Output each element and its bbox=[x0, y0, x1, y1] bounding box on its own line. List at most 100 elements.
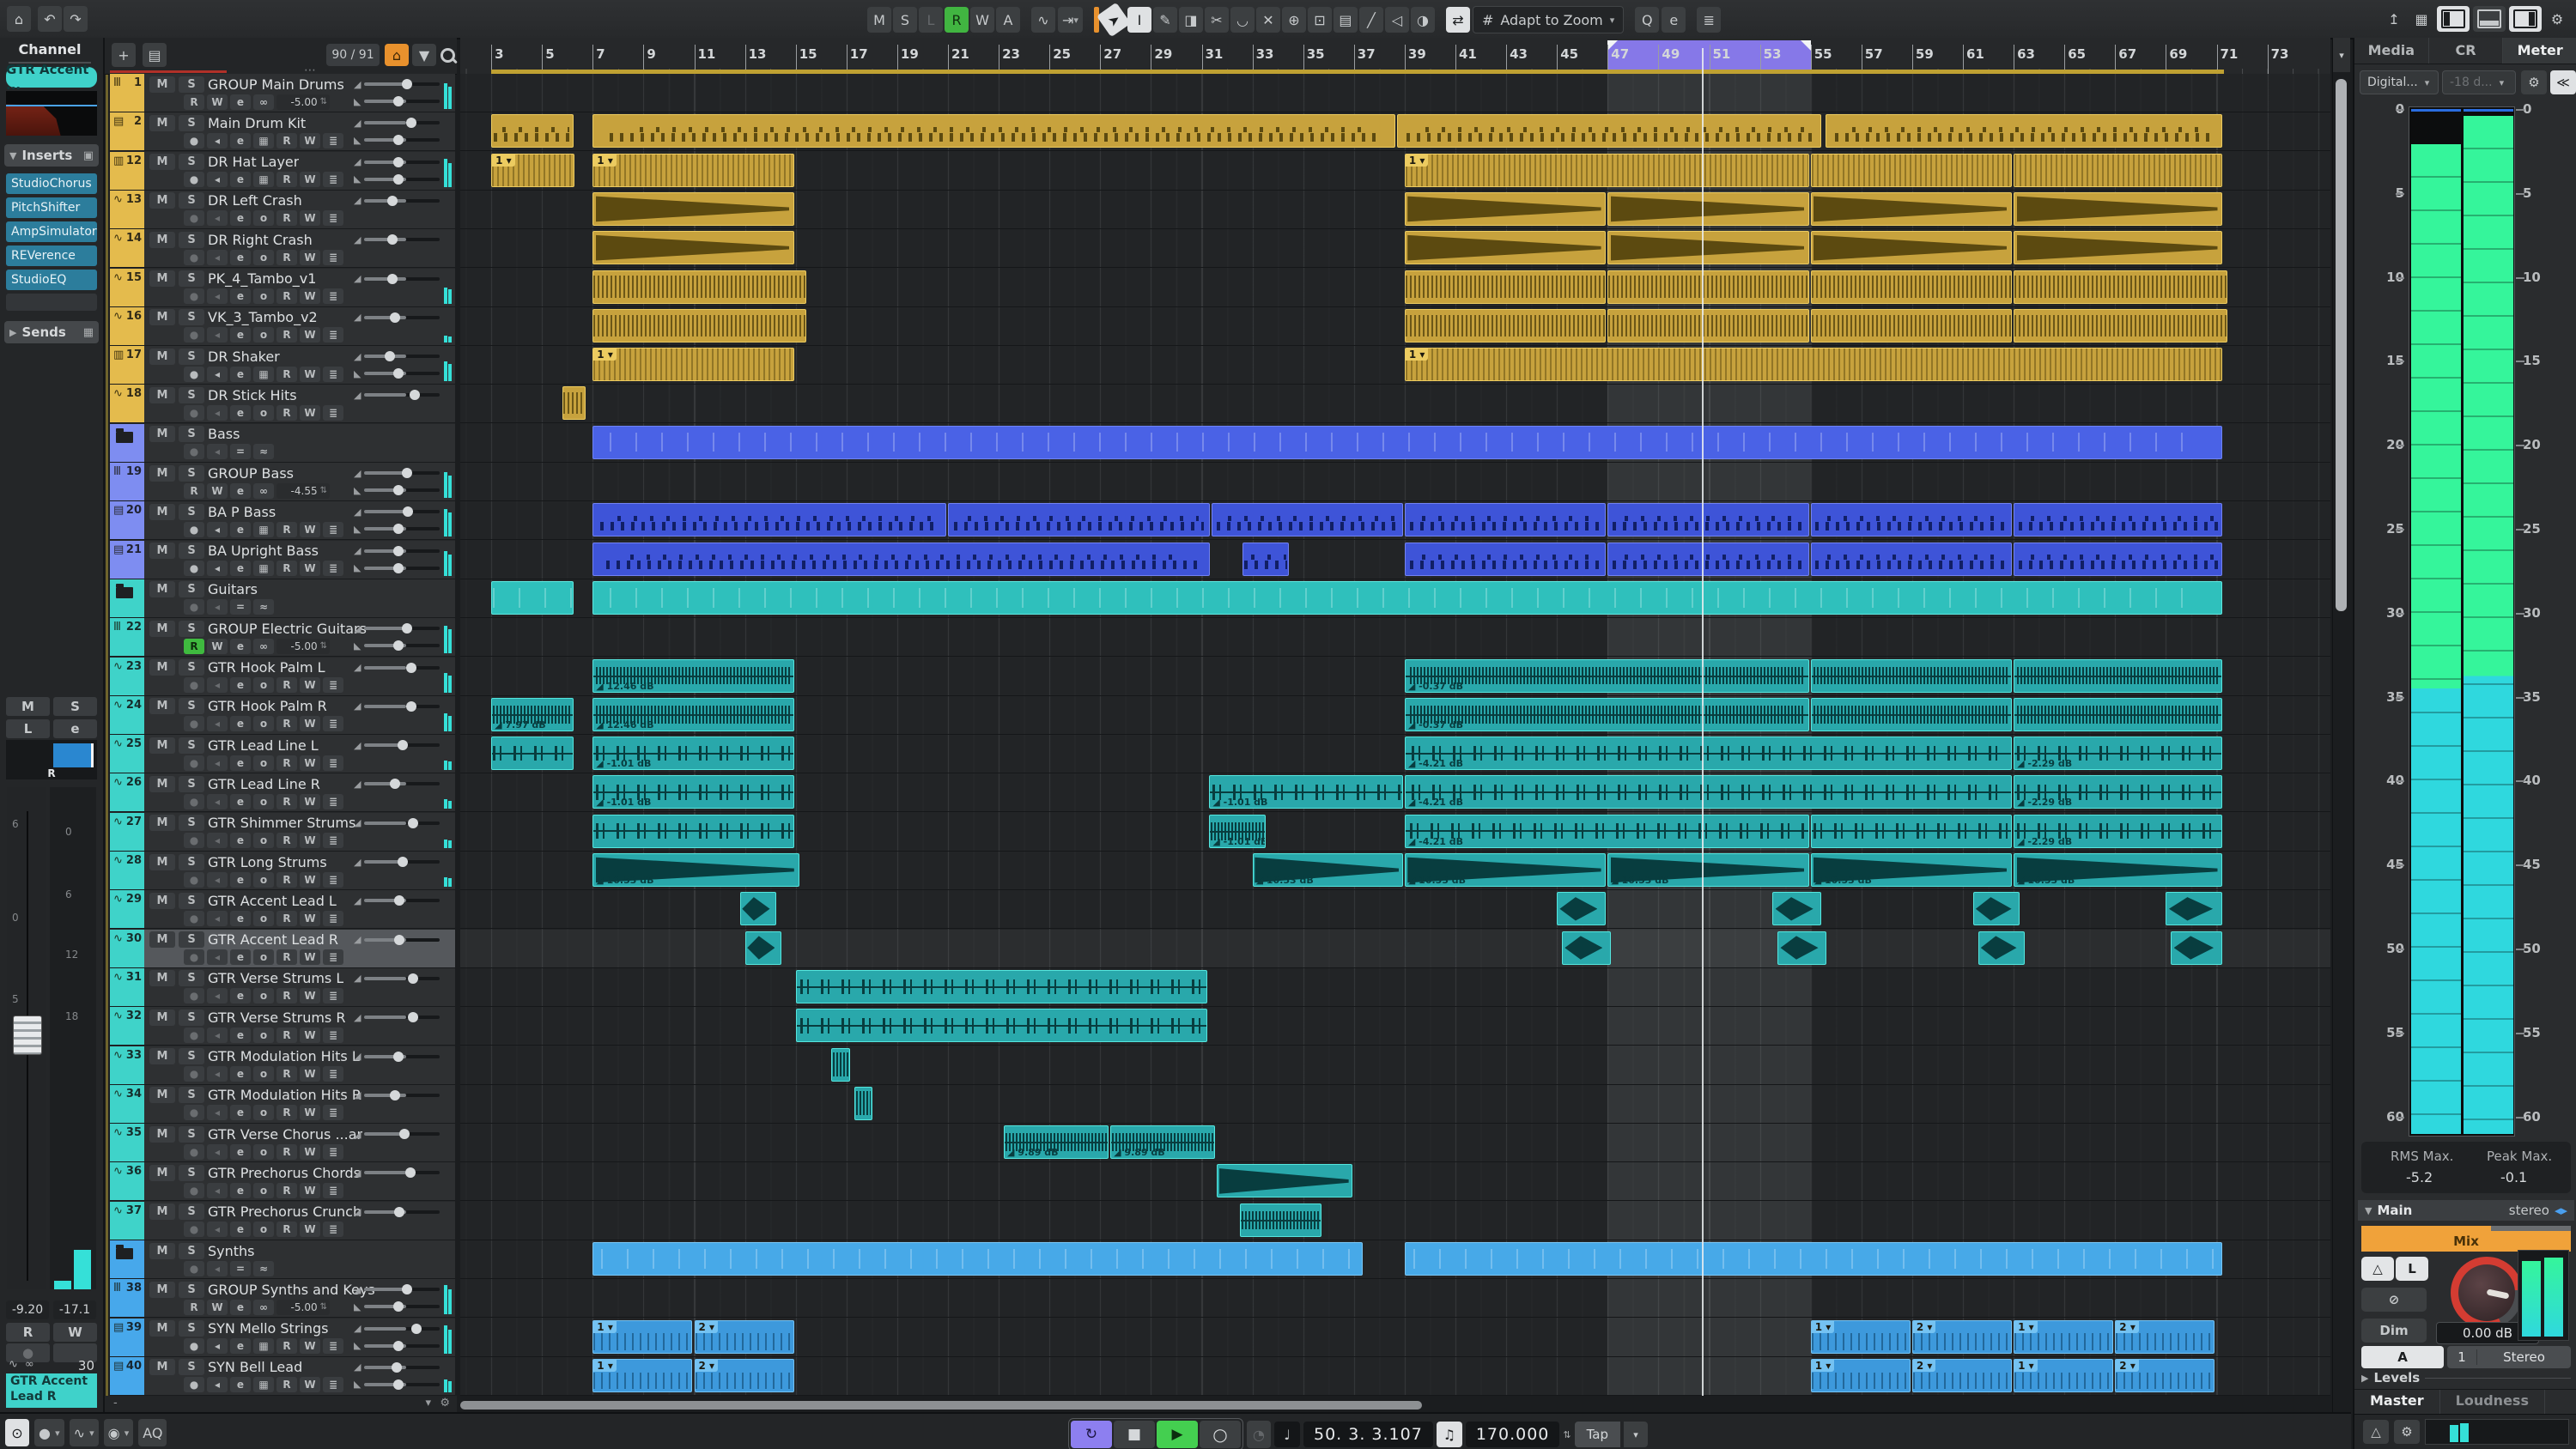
event-strum[interactable]: ◢ -2.29 dB bbox=[2014, 737, 2222, 770]
meter-settings-button[interactable]: ⚙ bbox=[2521, 70, 2547, 94]
event-decay[interactable] bbox=[1607, 231, 1808, 264]
mute-button[interactable]: M bbox=[149, 621, 175, 637]
track-color-cell[interactable]: ∿37 bbox=[110, 1202, 144, 1240]
event-wave[interactable]: ◢ 9.89 dB bbox=[1110, 1125, 1215, 1159]
rec-button[interactable]: ● bbox=[184, 133, 204, 149]
solo-button[interactable]: S bbox=[179, 581, 204, 597]
track-color-cell[interactable]: Ⅲ22 bbox=[110, 618, 144, 656]
track-row[interactable]: ∿24MSGTR Hook Palm R●◂eoRW≣◢ bbox=[110, 696, 455, 735]
read-button[interactable]: R bbox=[276, 405, 297, 421]
wig-button[interactable]: ≈ bbox=[253, 444, 274, 459]
event-midi[interactable] bbox=[1826, 114, 2222, 148]
kb-button[interactable]: ▦ bbox=[253, 522, 274, 537]
write-button[interactable]: W bbox=[300, 911, 320, 926]
tap-dropdown[interactable]: ▾ bbox=[1624, 1422, 1648, 1447]
listen-mode-button[interactable]: L bbox=[919, 7, 943, 33]
pattern-badge[interactable]: 1 ▾ bbox=[593, 1321, 617, 1333]
mon-button[interactable]: ◂ bbox=[207, 677, 228, 693]
lanes-button[interactable]: ≣ bbox=[323, 988, 343, 1003]
mute-button[interactable]: M bbox=[149, 1165, 175, 1181]
event-decay[interactable] bbox=[2014, 192, 2222, 226]
track-row[interactable]: ∿34MSGTR Modulation Hits R●◂eoRW≣◢ bbox=[110, 1085, 455, 1124]
circ-button[interactable]: o bbox=[253, 1183, 274, 1198]
event-spike[interactable] bbox=[1557, 892, 1606, 925]
event-spike[interactable] bbox=[1772, 892, 1821, 925]
circ-button[interactable]: o bbox=[253, 1028, 274, 1043]
track-lane[interactable] bbox=[460, 229, 2330, 268]
edit-button[interactable]: e bbox=[230, 833, 251, 848]
solo-button[interactable]: S bbox=[179, 737, 204, 754]
edit-button[interactable]: e bbox=[230, 1066, 251, 1082]
volume-slider[interactable]: ◢ bbox=[354, 232, 440, 247]
slider-knob[interactable] bbox=[393, 524, 404, 534]
track-lane[interactable] bbox=[460, 501, 2330, 540]
event-hits[interactable] bbox=[592, 309, 806, 343]
track-row[interactable]: ∿27MSGTR Shimmer Strums●◂eoRW≣◢ bbox=[110, 813, 455, 852]
event-strum[interactable]: ◢ -4.21 dB bbox=[1405, 775, 2012, 809]
edit-button[interactable]: e bbox=[230, 94, 251, 110]
event-pat[interactable] bbox=[2014, 154, 2222, 187]
track-color-cell[interactable]: ∿31 bbox=[110, 968, 144, 1006]
event-tiny[interactable] bbox=[831, 1048, 850, 1082]
track-lane[interactable] bbox=[460, 541, 2330, 579]
event-strum[interactable]: ◢ -4.21 dB bbox=[1405, 737, 2012, 770]
event-decay[interactable] bbox=[2014, 231, 2222, 264]
horizontal-scroll-thumb[interactable] bbox=[460, 1401, 1422, 1410]
event-wave[interactable]: ◢ 12.46 dB bbox=[592, 698, 793, 731]
event-hits[interactable] bbox=[1405, 309, 1606, 343]
volume-value[interactable]: -5.00⇅ bbox=[276, 639, 330, 654]
event-pat[interactable]: 1 ▾ bbox=[491, 154, 574, 187]
quantize-panel-button[interactable]: e bbox=[1662, 7, 1686, 33]
mute-button[interactable]: M bbox=[149, 1009, 175, 1026]
volume-slider[interactable]: ◢ bbox=[354, 932, 440, 948]
lanes-button[interactable]: ≣ bbox=[323, 1377, 343, 1392]
track-row[interactable]: ▥12MSDR Hat Layer●◂e▦RW≣◢◣ bbox=[110, 152, 455, 191]
read-button[interactable]: R bbox=[276, 1066, 297, 1082]
event-hits[interactable] bbox=[1607, 270, 1808, 304]
pattern-badge[interactable]: 1 ▾ bbox=[1406, 349, 1429, 361]
event-wave[interactable]: ◢ -0.37 dB bbox=[1405, 698, 1809, 731]
mon-button[interactable]: ◂ bbox=[207, 405, 228, 421]
track-row[interactable]: ∿35MSGTR Verse Chorus ...ar●◂eoRW≣◢ bbox=[110, 1124, 455, 1162]
event-block[interactable]: 1 ▾ bbox=[1811, 1320, 1911, 1354]
event-midi[interactable] bbox=[948, 503, 1210, 537]
rec-button[interactable]: ● bbox=[184, 911, 204, 926]
track-row[interactable]: ∿36MSGTR Prechorus Chords●◂eoRW≣◢ bbox=[110, 1162, 455, 1201]
track-lane[interactable] bbox=[460, 890, 2330, 929]
kb-button[interactable]: ▦ bbox=[253, 1338, 274, 1354]
edit-button[interactable]: e bbox=[230, 911, 251, 926]
slider-knob[interactable] bbox=[408, 973, 418, 984]
event-block[interactable]: 1 ▾ bbox=[2014, 1320, 2113, 1354]
read-button[interactable]: R bbox=[276, 1183, 297, 1198]
event-block[interactable]: 1 ▾ bbox=[2014, 1359, 2113, 1392]
edit-button[interactable]: e bbox=[230, 677, 251, 693]
rec-button[interactable]: ● bbox=[184, 172, 204, 187]
read-button[interactable]: R bbox=[276, 755, 297, 771]
circ-button[interactable]: o bbox=[253, 327, 274, 343]
volume-slider[interactable]: ◢ bbox=[354, 1088, 440, 1103]
track-lane[interactable]: 1 ▾2 ▾1 ▾2 ▾1 ▾2 ▾ bbox=[460, 1319, 2330, 1357]
vertical-scrollbar[interactable]: ▾ bbox=[2332, 38, 2350, 1412]
event-hits[interactable] bbox=[1811, 270, 2012, 304]
mute-button[interactable]: M bbox=[149, 1320, 175, 1337]
insert-slot[interactable]: PitchShifter bbox=[6, 197, 97, 218]
slider-knob[interactable] bbox=[393, 368, 404, 379]
monitor-bus-button[interactable]: 1 Stereo bbox=[2447, 1346, 2571, 1368]
slider-knob[interactable] bbox=[411, 1324, 422, 1334]
slider-knob[interactable] bbox=[393, 640, 404, 651]
solo-button[interactable]: S bbox=[179, 893, 204, 909]
click-button[interactable]: △ bbox=[2361, 1257, 2394, 1281]
mon-button[interactable]: ◂ bbox=[207, 794, 228, 809]
track-color-cell[interactable]: ∿28 bbox=[110, 852, 144, 889]
event-pat[interactable]: 1 ▾ bbox=[1405, 348, 2222, 381]
event-strum[interactable]: ◢ -1.01 dB bbox=[592, 775, 793, 809]
track-color-cell[interactable]: ∿23 bbox=[110, 658, 144, 695]
event-block[interactable]: 1 ▾ bbox=[592, 1320, 692, 1354]
mute-button[interactable]: M bbox=[149, 1359, 175, 1375]
sends-section-header[interactable]: ▶ Sends ▦ bbox=[4, 321, 99, 343]
edit-button[interactable]: e bbox=[230, 1183, 251, 1198]
audio-record-mode-select[interactable]: ∿ ▾ bbox=[70, 1419, 99, 1446]
track-row[interactable]: ▤2MSMain Drum Kit●◂e▦RW≣◢◣ bbox=[110, 112, 455, 151]
channel-mute-button[interactable]: M bbox=[6, 697, 50, 716]
read-button[interactable]: R bbox=[276, 288, 297, 304]
